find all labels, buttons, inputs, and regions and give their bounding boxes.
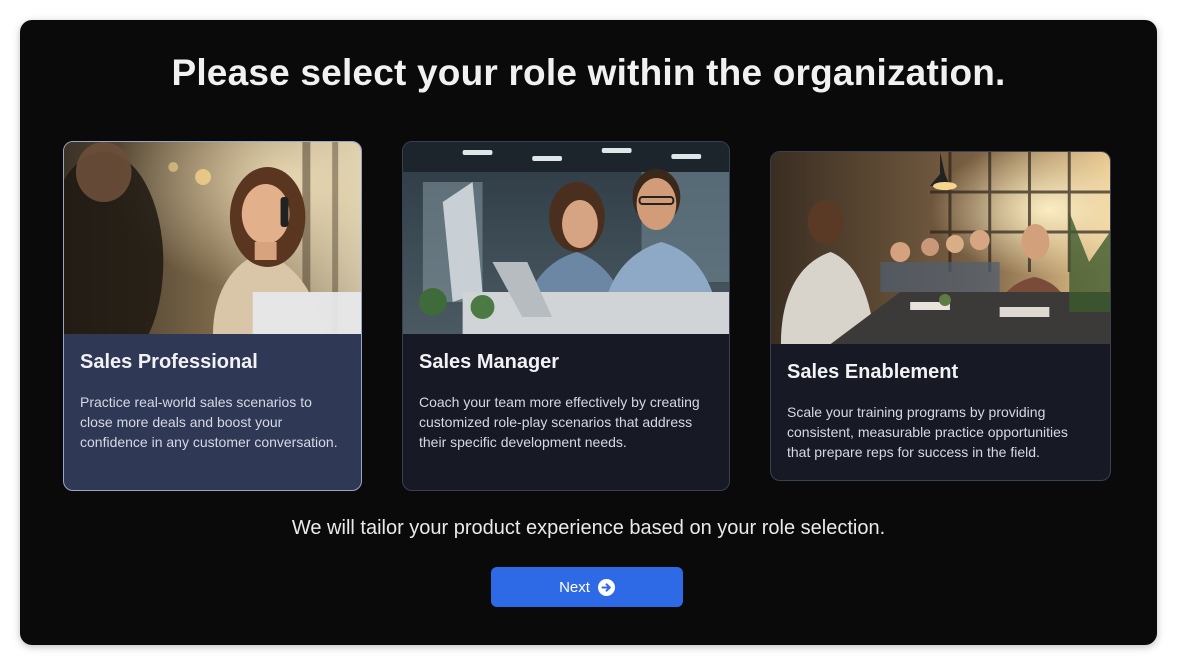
role-card-sales-enablement[interactable]: Sales Enablement Scale your training pro… — [770, 151, 1111, 481]
role-selection-panel: Please select your role within the organ… — [20, 20, 1157, 645]
role-card-title: Sales Manager — [419, 351, 560, 373]
two-colleagues-at-laptop-photo — [403, 142, 729, 334]
woman-on-phone-photo — [64, 142, 361, 334]
page-title: Please select your role within the organ… — [171, 52, 1006, 93]
role-card-title: Sales Professional — [80, 351, 258, 373]
role-card-description: Practice real-world sales scenarios to c… — [80, 394, 338, 450]
team-meeting-photo — [771, 152, 1110, 344]
role-card-description: Coach your team more effectively by crea… — [419, 394, 700, 450]
next-button[interactable]: Next — [491, 567, 683, 607]
next-button-label: Next — [559, 578, 590, 596]
role-card-title: Sales Enablement — [787, 361, 959, 383]
role-card-sales-professional[interactable]: Sales Professional Practice real-world s… — [63, 141, 362, 491]
arrow-right-circle-icon — [597, 578, 615, 596]
role-card-sales-manager[interactable]: Sales Manager Coach your team more effec… — [402, 141, 730, 491]
tailor-message: We will tailor your product experience b… — [291, 517, 886, 539]
role-card-description: Scale your training programs by providin… — [787, 404, 1068, 460]
